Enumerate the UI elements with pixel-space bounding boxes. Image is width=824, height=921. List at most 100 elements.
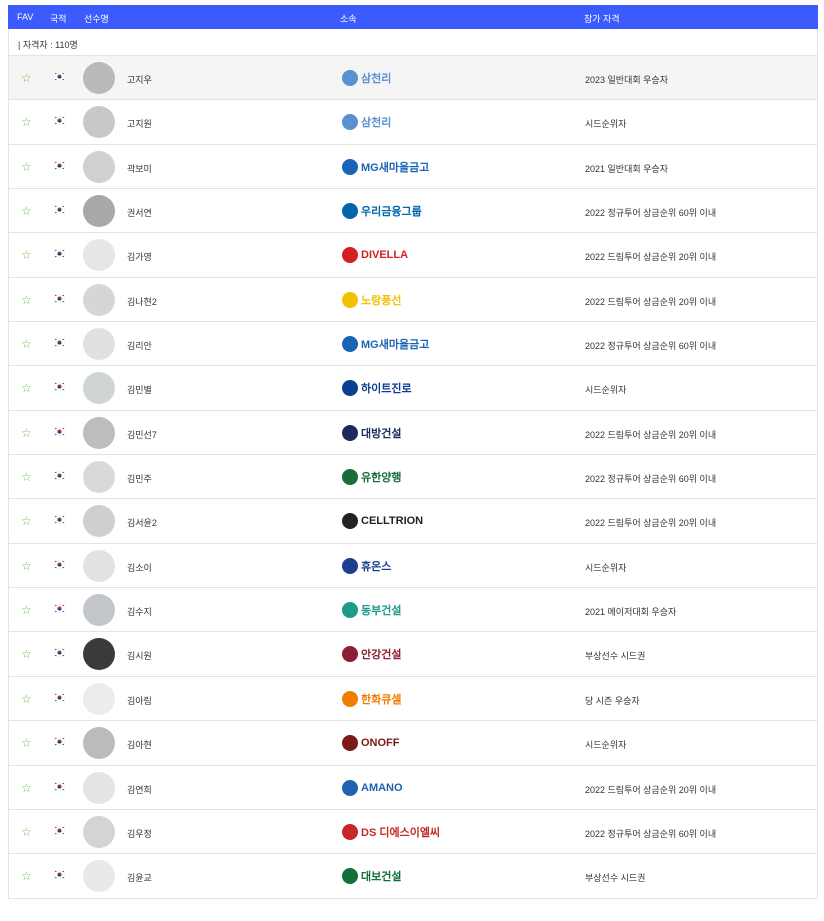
avatar <box>83 195 115 228</box>
korea-flag-icon <box>54 604 65 614</box>
korea-flag-icon <box>54 648 65 658</box>
header-qualification[interactable]: 참가 자격 <box>584 12 620 25</box>
team-logo: 대방건설 <box>342 424 401 442</box>
qualification: 부상선수 시드권 <box>585 873 646 884</box>
team-logo-icon <box>342 380 358 397</box>
table-row[interactable]: ☆ 김소이 휴온스 시드순위자 <box>8 543 818 589</box>
star-icon[interactable]: ☆ <box>21 427 33 439</box>
header-country[interactable]: 국적 <box>50 12 67 25</box>
player-name[interactable]: 김서윤2 <box>127 516 157 529</box>
player-name[interactable]: 김리안 <box>127 339 152 352</box>
qualification: 시드순위자 <box>585 385 627 396</box>
team-logo: CELLTRION <box>342 512 423 530</box>
korea-flag-icon <box>54 382 65 392</box>
player-name[interactable]: 김민선7 <box>127 428 157 441</box>
player-name[interactable]: 김민별 <box>127 383 152 396</box>
team-logo: 동부건설 <box>342 601 401 619</box>
player-name[interactable]: 김나현2 <box>127 295 157 308</box>
korea-flag-icon <box>54 515 65 525</box>
star-icon[interactable]: ☆ <box>21 560 33 572</box>
star-icon[interactable]: ☆ <box>21 648 33 660</box>
player-name[interactable]: 김수지 <box>127 605 152 618</box>
table-row[interactable]: ☆ 김민별 하이트진로 시드순위자 <box>8 366 818 411</box>
star-icon[interactable]: ☆ <box>21 515 33 527</box>
table-row[interactable]: ☆ 곽보미 MG새마을금고 2021 일반대회 우승자 <box>8 144 818 190</box>
star-icon[interactable]: ☆ <box>21 693 33 705</box>
avatar <box>83 416 115 449</box>
player-name[interactable]: 권서연 <box>127 206 152 219</box>
team-name: MG새마을금고 <box>361 339 430 352</box>
table-row[interactable]: ☆ 김수지 동부건설 2021 메이저대회 우승자 <box>8 588 818 633</box>
player-name[interactable]: 고지우 <box>127 73 152 86</box>
team-logo-icon <box>342 114 358 131</box>
qualification: 2022 정규투어 상금순위 60위 이내 <box>585 474 717 485</box>
table-row[interactable]: ☆ 김아현 ONOFF 시드순위자 <box>8 721 818 766</box>
qualification: 2023 일반대회 우승자 <box>585 75 668 85</box>
qualification: 2022 드림투어 상금순위 20위 이내 <box>585 784 717 795</box>
player-name[interactable]: 김가영 <box>127 250 152 263</box>
table-row[interactable]: ☆ 김시원 안강건설 부상선수 시드권 <box>8 632 818 677</box>
star-icon[interactable]: ☆ <box>21 161 33 173</box>
table-row[interactable]: ☆ 김윤교 대보건설 부상선수 시드권 <box>8 854 818 899</box>
team-logo-icon <box>342 823 358 840</box>
player-name[interactable]: 김시원 <box>127 649 152 662</box>
star-icon[interactable]: ☆ <box>21 116 33 128</box>
avatar <box>83 372 115 405</box>
team-name: 대방건설 <box>361 427 402 440</box>
table-row[interactable]: ☆ 김아림 한화큐셀 당 시즌 우승자 <box>8 676 818 722</box>
korea-flag-icon <box>54 293 65 303</box>
avatar <box>83 505 115 538</box>
team-name: 하이트진로 <box>361 383 412 396</box>
player-name[interactable]: 김연희 <box>127 783 152 796</box>
team-name: 우리금융그룹 <box>361 206 422 219</box>
table-row[interactable]: ☆ 김우정 DS 디에스이엘씨 2022 정규투어 상금순위 60위 이내 <box>8 809 818 855</box>
qualification: 2022 정규투어 상금순위 60위 이내 <box>585 341 717 352</box>
korea-flag-icon <box>54 338 65 348</box>
player-name[interactable]: 김소이 <box>127 561 152 574</box>
table-row[interactable]: ☆ 김가영 DIVELLA 2022 드림투어 상금순위 20위 이내 <box>8 233 818 278</box>
star-icon[interactable]: ☆ <box>21 782 33 794</box>
player-name[interactable]: 김우정 <box>127 827 152 840</box>
table-row[interactable]: ☆ 고지우 삼천리 2023 일반대회 우승자 <box>8 56 818 101</box>
qualification: 2022 드림투어 상금순위 20위 이내 <box>585 518 717 529</box>
star-icon[interactable]: ☆ <box>21 471 33 483</box>
table-row[interactable]: ☆ 김연희 AMANO 2022 드림투어 상금순위 20위 이내 <box>8 765 818 810</box>
player-name[interactable]: 김아현 <box>127 738 152 751</box>
player-name[interactable]: 곽보미 <box>127 162 152 175</box>
table-row[interactable]: ☆ 김민주 유한양행 2022 정규투어 상금순위 60위 이내 <box>8 455 818 500</box>
star-icon[interactable]: ☆ <box>21 870 33 882</box>
star-icon[interactable]: ☆ <box>21 72 33 84</box>
star-icon[interactable]: ☆ <box>21 294 33 306</box>
team-logo-icon <box>342 868 358 885</box>
table-row[interactable]: ☆ 김리안 MG새마을금고 2022 정규투어 상금순위 60위 이내 <box>8 322 818 367</box>
team-logo-icon <box>342 336 358 353</box>
star-icon[interactable]: ☆ <box>21 249 33 261</box>
star-icon[interactable]: ☆ <box>21 826 33 838</box>
header-player[interactable]: 선수명 <box>84 12 109 25</box>
team-logo: 삼천리 <box>342 113 391 131</box>
star-icon[interactable]: ☆ <box>21 382 33 394</box>
team-logo-icon <box>342 602 358 619</box>
korea-flag-icon <box>54 825 65 835</box>
star-icon[interactable]: ☆ <box>21 338 33 350</box>
star-icon[interactable]: ☆ <box>21 604 33 616</box>
qualification: 시드순위자 <box>585 562 627 573</box>
team-name: 동부건설 <box>361 605 402 618</box>
korea-flag-icon <box>54 205 65 215</box>
table-row[interactable]: ☆ 김서윤2 CELLTRION 2022 드림투어 상금순위 20위 이내 <box>8 499 818 544</box>
team-name: DIVELLA <box>361 249 409 262</box>
star-icon[interactable]: ☆ <box>21 737 33 749</box>
header-team[interactable]: 소속 <box>340 12 357 25</box>
table-row[interactable]: ☆ 고지원 삼천리 시드순위자 <box>8 100 818 145</box>
star-icon[interactable]: ☆ <box>21 205 33 217</box>
table-row[interactable]: ☆ 김민선7 대방건설 2022 드림투어 상금순위 20위 이내 <box>8 410 818 456</box>
player-name[interactable]: 고지원 <box>127 117 152 130</box>
player-name[interactable]: 김아림 <box>127 694 152 707</box>
table-row[interactable]: ☆ 김나현2 노랑풍선 2022 드림투어 상금순위 20위 이내 <box>8 277 818 323</box>
player-name[interactable]: 김윤교 <box>127 871 152 884</box>
qualified-count: | 자격자 : 110명 <box>8 29 818 56</box>
header-fav[interactable]: FAV <box>17 12 33 22</box>
table-row[interactable]: ☆ 권서연 우리금융그룹 2022 정규투어 상금순위 60위 이내 <box>8 189 818 234</box>
player-name[interactable]: 김민주 <box>127 472 152 485</box>
avatar <box>83 62 115 94</box>
